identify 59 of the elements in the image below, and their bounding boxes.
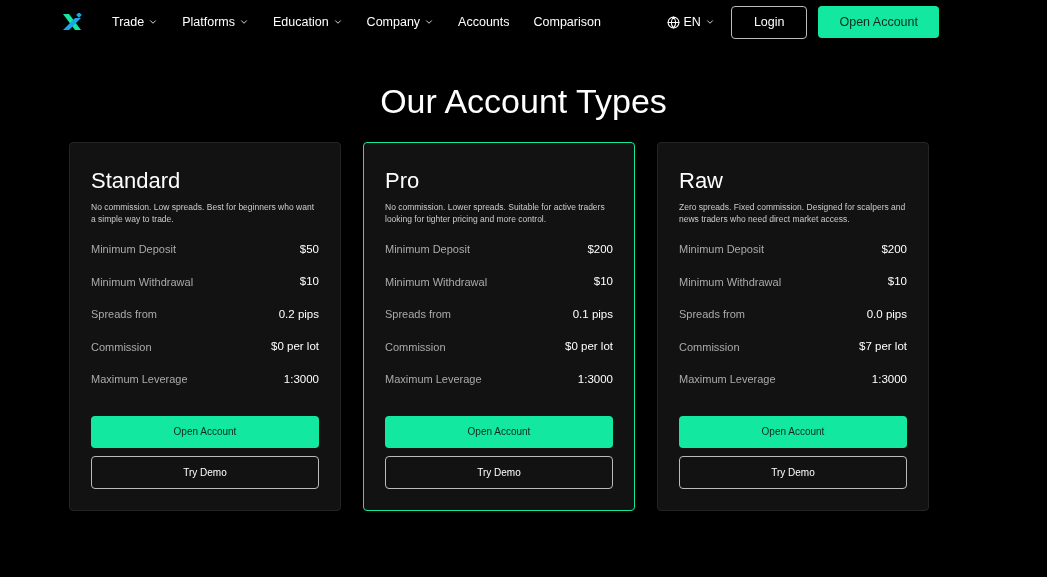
row-value: $50	[299, 241, 319, 257]
row-label: Minimum Deposit	[91, 242, 176, 258]
row-value: $200	[881, 241, 907, 257]
row-value: 0.2 pips	[278, 306, 319, 322]
chevron-down-icon	[332, 17, 343, 27]
login-button[interactable]: Login	[730, 5, 808, 39]
globe-icon	[666, 15, 680, 29]
nav-link[interactable]: Platforms	[182, 12, 249, 32]
logo-icon[interactable]	[62, 13, 82, 31]
row-value: $10	[299, 274, 319, 290]
chevron-down-icon	[148, 17, 159, 27]
open-account-button[interactable]: Open Account	[385, 415, 613, 448]
try-demo-button[interactable]: Try Demo	[679, 455, 907, 489]
row-label: Minimum Withdrawal	[91, 274, 194, 290]
nav-link[interactable]: Accounts	[458, 12, 510, 32]
account-name: Standard	[91, 167, 182, 195]
chevron-down-icon	[239, 17, 249, 27]
row-label: Maximum Leverage	[91, 372, 188, 388]
row-value: 1:3000	[577, 372, 613, 388]
nav-link[interactable]: Company	[366, 12, 435, 32]
nav-link[interactable]: Comparison	[533, 12, 601, 32]
row-label: Commission	[679, 339, 740, 355]
row-value: 0.0 pips	[866, 306, 907, 322]
row-value: $7 per lot	[859, 339, 907, 355]
try-demo-button[interactable]: Try Demo	[385, 455, 613, 489]
row-label: Minimum Deposit	[679, 242, 764, 258]
row-value: $10	[593, 274, 613, 290]
row-label: Minimum Withdrawal	[679, 274, 782, 290]
row-value: 1:3000	[871, 372, 907, 388]
row-value: $200	[587, 241, 613, 257]
row-label: Minimum Withdrawal	[385, 274, 488, 290]
row-value: $0 per lot	[565, 339, 613, 355]
row-label: Spreads from	[679, 307, 746, 323]
nav-link[interactable]: Trade	[112, 12, 159, 32]
account-name: Pro	[385, 167, 421, 195]
chevron-down-icon	[424, 17, 435, 27]
row-label: Commission	[91, 339, 152, 355]
page-heading: Our Account Types	[379, 81, 668, 122]
account-name: Raw	[679, 167, 724, 195]
row-label: Maximum Leverage	[385, 372, 482, 388]
nav-link[interactable]: Education	[273, 12, 343, 32]
row-value: $10	[887, 274, 907, 290]
open-account-button[interactable]: Open Account	[818, 6, 939, 38]
try-demo-button[interactable]: Try Demo	[91, 455, 319, 489]
open-account-button[interactable]: Open Account	[91, 415, 319, 448]
row-label: Minimum Deposit	[385, 242, 470, 258]
row-value: 1:3000	[283, 372, 319, 388]
account-description: Zero spreads. Fixed commission. Designed for scalpers and news traders who need direct market access.	[679, 201, 907, 226]
chevron-down-icon	[704, 17, 715, 27]
row-label: Maximum Leverage	[679, 372, 776, 388]
row-label: Commission	[385, 339, 446, 355]
row-value: 0.1 pips	[572, 306, 613, 322]
row-label: Spreads from	[385, 307, 452, 323]
row-value: $0 per lot	[271, 339, 319, 355]
language-selector[interactable]: EN	[666, 12, 715, 32]
row-label: Spreads from	[91, 307, 158, 323]
account-description: No commission. Low spreads. Best for beginners who want a simple way to trade.	[91, 201, 315, 226]
open-account-button[interactable]: Open Account	[679, 415, 907, 448]
account-description: No commission. Lower spreads. Suitable for active traders looking for tighter pricing and more control.	[385, 201, 606, 226]
